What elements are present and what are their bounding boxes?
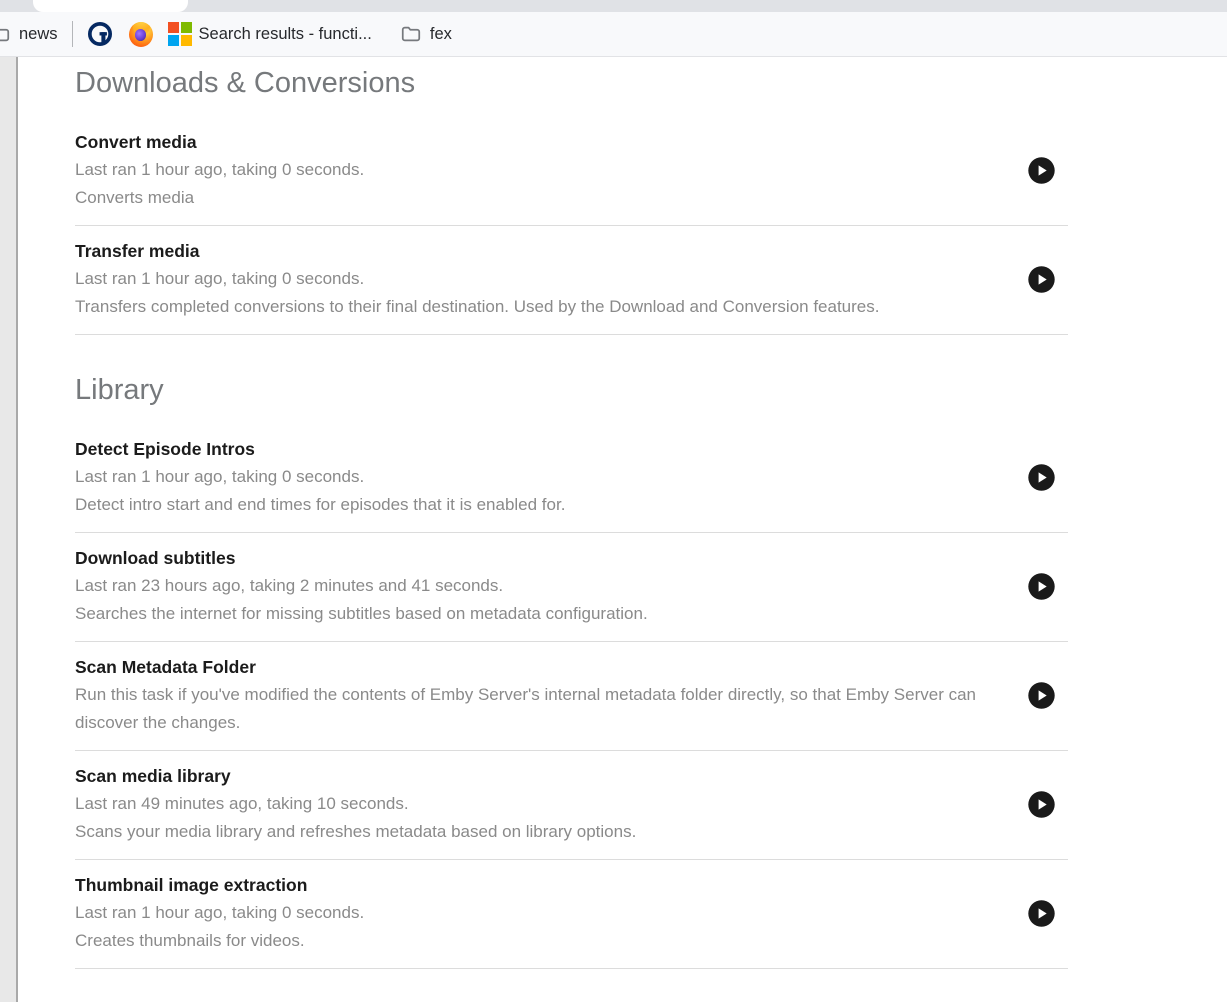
task-last-run: Last ran 49 minutes ago, taking 10 secon…: [75, 790, 1014, 818]
run-task-button[interactable]: [1028, 791, 1055, 818]
task-title: Thumbnail image extraction: [75, 872, 1014, 899]
scheduled-tasks-page: Downloads & Conversions Convert media La…: [18, 57, 1227, 1002]
bookmark-search-results[interactable]: Search results - functi...: [168, 22, 372, 46]
left-rail: [0, 57, 18, 1002]
bookmark-label: Search results - functi...: [199, 25, 372, 44]
task-last-run: Last ran 23 hours ago, taking 2 minutes …: [75, 572, 1014, 600]
folder-icon: [0, 22, 12, 46]
task-list: Detect Episode Intros Last ran 1 hour ag…: [75, 424, 1068, 969]
browser-viewport: Downloads & Conversions Convert media La…: [0, 57, 1227, 1002]
task-list: Convert media Last ran 1 hour ago, takin…: [75, 117, 1068, 335]
task-info[interactable]: Download subtitles Last ran 23 hours ago…: [75, 545, 1028, 627]
task-info[interactable]: Transfer media Last ran 1 hour ago, taki…: [75, 238, 1028, 320]
task-last-run: Last ran 1 hour ago, taking 0 seconds.: [75, 265, 1014, 293]
task-row: Scan media library Last ran 49 minutes a…: [75, 751, 1068, 860]
active-tab-bottom[interactable]: [33, 0, 188, 12]
task-info[interactable]: Detect Episode Intros Last ran 1 hour ag…: [75, 436, 1028, 518]
task-info[interactable]: Scan media library Last ran 49 minutes a…: [75, 763, 1028, 845]
task-description: Detect intro start and end times for epi…: [75, 491, 1014, 519]
bookmark-folder-fex[interactable]: fex: [399, 22, 452, 46]
task-row: Convert media Last ran 1 hour ago, takin…: [75, 117, 1068, 226]
firefox-icon: [129, 22, 153, 46]
bookmark-label: fex: [430, 25, 452, 44]
task-last-run: Last ran 1 hour ago, taking 0 seconds.: [75, 156, 1014, 184]
bookmark-label: news: [19, 25, 58, 44]
guardian-icon: [88, 22, 112, 46]
task-description: Converts media: [75, 184, 1014, 212]
task-row: Thumbnail image extraction Last ran 1 ho…: [75, 860, 1068, 969]
tasks-content: Downloads & Conversions Convert media La…: [75, 57, 1068, 969]
task-last-run: Last ran 1 hour ago, taking 0 seconds.: [75, 463, 1014, 491]
task-title: Detect Episode Intros: [75, 436, 1014, 463]
run-task-button[interactable]: [1028, 573, 1055, 600]
task-row: Scan Metadata Folder Run this task if yo…: [75, 642, 1068, 751]
section-title: Library: [75, 372, 1068, 408]
bookmark-firefox[interactable]: [129, 22, 153, 46]
task-title: Scan Metadata Folder: [75, 654, 1014, 681]
task-info[interactable]: Scan Metadata Folder Run this task if yo…: [75, 654, 1028, 736]
task-row: Download subtitles Last ran 23 hours ago…: [75, 533, 1068, 642]
browser-tab-strip: [0, 0, 1227, 12]
task-description: Run this task if you've modified the con…: [75, 681, 1014, 736]
task-row: Detect Episode Intros Last ran 1 hour ag…: [75, 424, 1068, 533]
run-task-button[interactable]: [1028, 464, 1055, 491]
section-title: Downloads & Conversions: [75, 65, 1068, 101]
task-title: Transfer media: [75, 238, 1014, 265]
run-task-button[interactable]: [1028, 157, 1055, 184]
task-info[interactable]: Thumbnail image extraction Last ran 1 ho…: [75, 872, 1028, 954]
bookmark-guardian[interactable]: [88, 22, 112, 46]
task-description: Creates thumbnails for videos.: [75, 927, 1014, 955]
task-title: Download subtitles: [75, 545, 1014, 572]
run-task-button[interactable]: [1028, 682, 1055, 709]
bookmarks-bar: news Search results - functi...: [0, 12, 1227, 57]
task-description: Transfers completed conversions to their…: [75, 293, 1014, 321]
task-description: Scans your media library and refreshes m…: [75, 818, 1014, 846]
task-title: Scan media library: [75, 763, 1014, 790]
folder-icon: [399, 22, 423, 46]
task-info[interactable]: Convert media Last ran 1 hour ago, takin…: [75, 129, 1028, 211]
task-description: Searches the internet for missing subtit…: [75, 600, 1014, 628]
task-row: Transfer media Last ran 1 hour ago, taki…: [75, 226, 1068, 335]
task-title: Convert media: [75, 129, 1014, 156]
bookmarks-separator: [72, 21, 73, 47]
microsoft-icon: [168, 22, 192, 46]
run-task-button[interactable]: [1028, 266, 1055, 293]
task-last-run: Last ran 1 hour ago, taking 0 seconds.: [75, 899, 1014, 927]
bookmark-folder-news[interactable]: news: [0, 22, 58, 46]
run-task-button[interactable]: [1028, 900, 1055, 927]
